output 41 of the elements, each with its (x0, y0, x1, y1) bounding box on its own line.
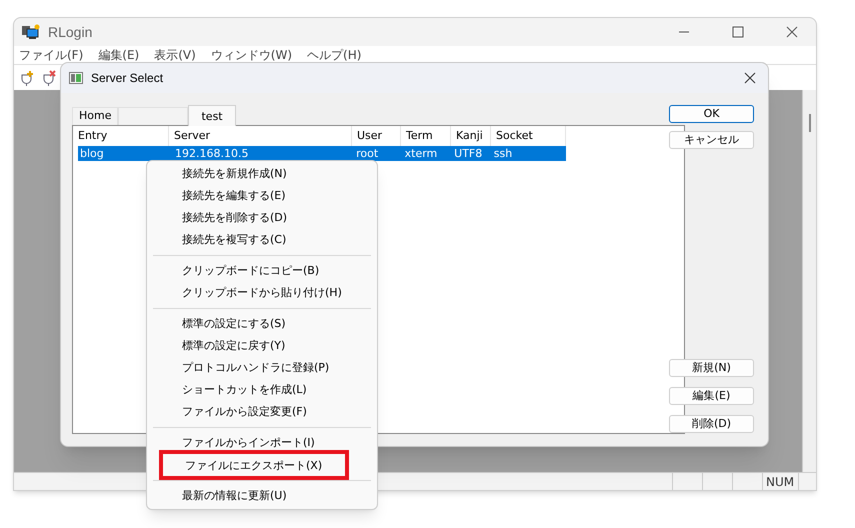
scrollbar[interactable] (802, 90, 816, 472)
dialog-button[interactable]: OK (669, 105, 754, 123)
table-cell-text: xterm (404, 146, 438, 161)
menu-item[interactable]: クリップボードから貼り付け(H) (160, 282, 364, 304)
menu-item[interactable]: 標準の設定にする(S) (160, 313, 308, 335)
menu-item[interactable]: 標準の設定に戻す(Y) (160, 335, 308, 357)
dialog-icon (69, 72, 83, 84)
window-title: RLogin (48, 22, 92, 42)
dialog-title: Server Select (91, 70, 164, 87)
tab[interactable]: Home (72, 107, 118, 125)
dialog-button[interactable]: 削除(D) (669, 415, 754, 433)
menu-item[interactable]: 最新の情報に更新(U) (160, 485, 309, 507)
menu-item[interactable]: 接続先を編集する(E) (160, 185, 308, 207)
menu-item[interactable]: ショートカットを作成(L) (160, 379, 329, 401)
dialog-button[interactable]: 編集(E) (669, 387, 754, 405)
menu-item[interactable]: 編集(E) (98, 46, 140, 64)
menu-item[interactable]: プロトコルハンドラに登録(P) (160, 357, 352, 379)
table-cell-text: ssh (492, 146, 514, 161)
menu-item[interactable]: ウィンドウ(W) (210, 46, 292, 64)
menu-item[interactable]: 接続先を複写する(C) (160, 229, 308, 251)
table-row[interactable]: blog 192.168.10.5 root xterm UTF8 ssh (78, 146, 566, 161)
menu-item[interactable]: ファイルから設定変更(F) (160, 401, 329, 423)
tab[interactable]: test (188, 105, 236, 126)
table-cell-text: UTF8 (453, 146, 484, 161)
menu-item[interactable]: 接続先を削除する(D) (160, 207, 310, 229)
menu-item[interactable]: クリップボードにコピー(B) (160, 260, 342, 282)
menu-item[interactable]: ヘルプ(H) (307, 46, 362, 64)
close-icon[interactable] (786, 26, 798, 38)
table-cell-text: 192.168.10.5 (174, 146, 250, 161)
table-cell-text: root (355, 146, 380, 161)
menu-item[interactable]: 接続先を新規作成(N) (160, 163, 309, 185)
dialog-button[interactable]: 新規(N) (669, 359, 754, 377)
maximize-icon[interactable] (732, 26, 744, 38)
menu-item[interactable]: 表示(V) (154, 46, 196, 64)
app-icon (22, 24, 40, 40)
close-icon[interactable] (744, 72, 756, 84)
menu-item[interactable]: ファイル(F) (19, 46, 84, 64)
dialog-button[interactable]: キャンセル (669, 131, 754, 149)
menu-item[interactable]: ファイルにエクスポート(X) (159, 450, 349, 480)
table-cell-text: blog (79, 146, 105, 161)
status-indicator: NUM (762, 473, 798, 490)
